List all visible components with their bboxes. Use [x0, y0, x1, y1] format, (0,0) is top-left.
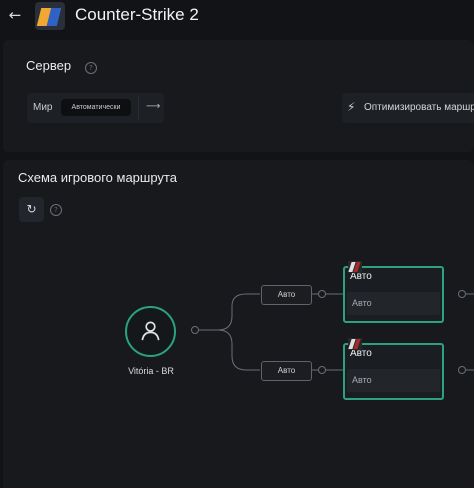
optimize-route-label: Оптимизировать маршрут	[364, 102, 474, 113]
route-panel	[3, 160, 474, 488]
counter-strike-icon	[348, 338, 362, 350]
route-mode-pill[interactable]: Авто	[261, 361, 312, 381]
counter-strike-icon	[35, 2, 65, 30]
divider	[138, 96, 139, 120]
route-section-title: Схема игрового маршрута	[18, 170, 177, 185]
route-node-field[interactable]: Авто	[347, 292, 440, 315]
route-node-value: Авто	[352, 375, 372, 385]
refresh-icon: ↻	[26, 202, 37, 216]
route-icon[interactable]: ⟶	[146, 100, 162, 114]
counter-strike-icon	[348, 261, 362, 273]
help-circle-icon[interactable]: ?	[85, 62, 97, 74]
back-arrow-icon[interactable]: ←	[6, 6, 24, 24]
user-icon	[141, 321, 160, 341]
lightning-icon: ⚡︎	[347, 100, 356, 114]
region-value-badge[interactable]: Автоматически	[61, 99, 131, 116]
route-node-card[interactable]: Авто Авто	[343, 266, 444, 323]
game-title: Counter-Strike 2	[75, 5, 199, 24]
route-mode-pill[interactable]: Авто	[261, 285, 312, 305]
help-circle-icon[interactable]: ?	[50, 204, 62, 216]
user-location-label: Vitória - BR	[128, 366, 174, 376]
route-node-field[interactable]: Авто	[347, 369, 440, 392]
optimize-route-button[interactable]: ⚡︎ Оптимизировать маршрут	[342, 93, 474, 123]
top-bar	[0, 0, 474, 34]
region-label: Мир	[33, 102, 53, 113]
route-node-card[interactable]: Авто Авто	[343, 343, 444, 400]
server-section-title: Сервер	[26, 58, 72, 73]
user-location-node[interactable]	[125, 306, 176, 357]
route-node-value: Авто	[352, 298, 372, 308]
refresh-button[interactable]: ↻	[19, 197, 44, 222]
